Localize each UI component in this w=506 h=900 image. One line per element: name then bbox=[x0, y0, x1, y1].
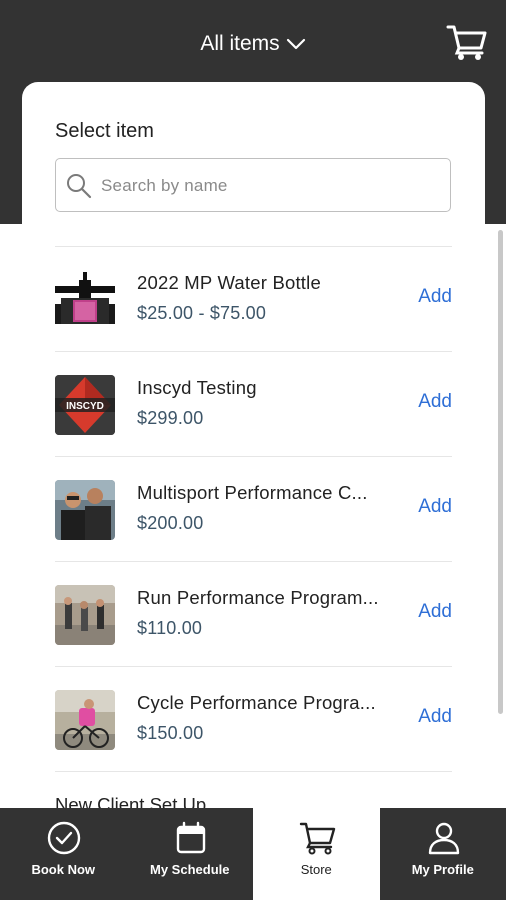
person-icon bbox=[428, 822, 459, 855]
search-input[interactable]: Search by name bbox=[55, 158, 451, 212]
nav-my-profile[interactable]: My Profile bbox=[379, 808, 506, 900]
item-thumbnail: INSCYD bbox=[55, 375, 115, 435]
nav-label: Store bbox=[300, 862, 332, 877]
item-price: $25.00 - $75.00 bbox=[137, 303, 267, 323]
add-button[interactable]: Add bbox=[418, 496, 452, 518]
divider bbox=[55, 771, 452, 772]
item-price: $150.00 bbox=[137, 723, 204, 743]
cart-icon[interactable] bbox=[446, 22, 488, 62]
add-button[interactable]: Add bbox=[418, 601, 452, 623]
check-circle-icon bbox=[47, 821, 81, 855]
item-thumbnail bbox=[55, 480, 115, 540]
item-thumbnail bbox=[55, 690, 115, 750]
list-item[interactable]: INSCYD Inscyd Testing $299.00 Add bbox=[55, 353, 452, 457]
nav-label: Book Now bbox=[31, 862, 96, 877]
nav-book-now[interactable]: Book Now bbox=[0, 808, 127, 900]
item-name: Cycle Performance Progra... bbox=[137, 692, 376, 713]
add-button[interactable]: Add bbox=[418, 286, 452, 308]
thumb-logo-text: INSCYD bbox=[66, 401, 104, 412]
item-name: Multisport Performance C... bbox=[137, 482, 368, 503]
divider bbox=[55, 246, 452, 247]
category-dropdown[interactable]: All items bbox=[0, 26, 506, 62]
item-price: $110.00 bbox=[137, 618, 203, 638]
list-item[interactable]: Cycle Performance Progra... $150.00 Add bbox=[55, 668, 452, 772]
nav-label: My Schedule bbox=[150, 862, 230, 877]
nav-label: My Profile bbox=[411, 862, 474, 877]
divider bbox=[55, 666, 452, 667]
nav-my-schedule[interactable]: My Schedule bbox=[126, 808, 253, 900]
item-name: Inscyd Testing bbox=[137, 377, 257, 398]
cart-icon bbox=[299, 822, 336, 855]
calendar-icon bbox=[176, 821, 205, 854]
list-item[interactable]: 2022 MP Water Bottle $25.00 - $75.00 Add bbox=[55, 248, 452, 352]
item-name: Run Performance Program... bbox=[137, 587, 379, 608]
item-thumbnail bbox=[55, 270, 115, 330]
add-button[interactable]: Add bbox=[418, 706, 452, 728]
item-name: 2022 MP Water Bottle bbox=[137, 272, 321, 293]
bottom-nav: Book Now My Schedule Store My Profile bbox=[0, 808, 506, 900]
item-thumbnail bbox=[55, 585, 115, 645]
search-icon bbox=[67, 174, 92, 199]
search-placeholder: Search by name bbox=[101, 176, 228, 195]
divider bbox=[55, 561, 452, 562]
item-price: $299.00 bbox=[137, 408, 204, 428]
panel-heading: Select item bbox=[55, 120, 154, 142]
chevron-down-icon bbox=[286, 38, 305, 50]
scrollbar[interactable] bbox=[498, 230, 503, 714]
item-price: $200.00 bbox=[137, 513, 204, 533]
list-item[interactable]: Multisport Performance C... $200.00 Add bbox=[55, 458, 452, 562]
category-title: All items bbox=[200, 32, 280, 55]
divider bbox=[55, 351, 452, 352]
divider bbox=[55, 456, 452, 457]
add-button[interactable]: Add bbox=[418, 391, 452, 413]
list-item[interactable]: Run Performance Program... $110.00 Add bbox=[55, 563, 452, 667]
nav-store[interactable]: Store bbox=[253, 808, 380, 900]
select-item-panel: Select item Search by name 2022 MP Water… bbox=[22, 82, 485, 842]
